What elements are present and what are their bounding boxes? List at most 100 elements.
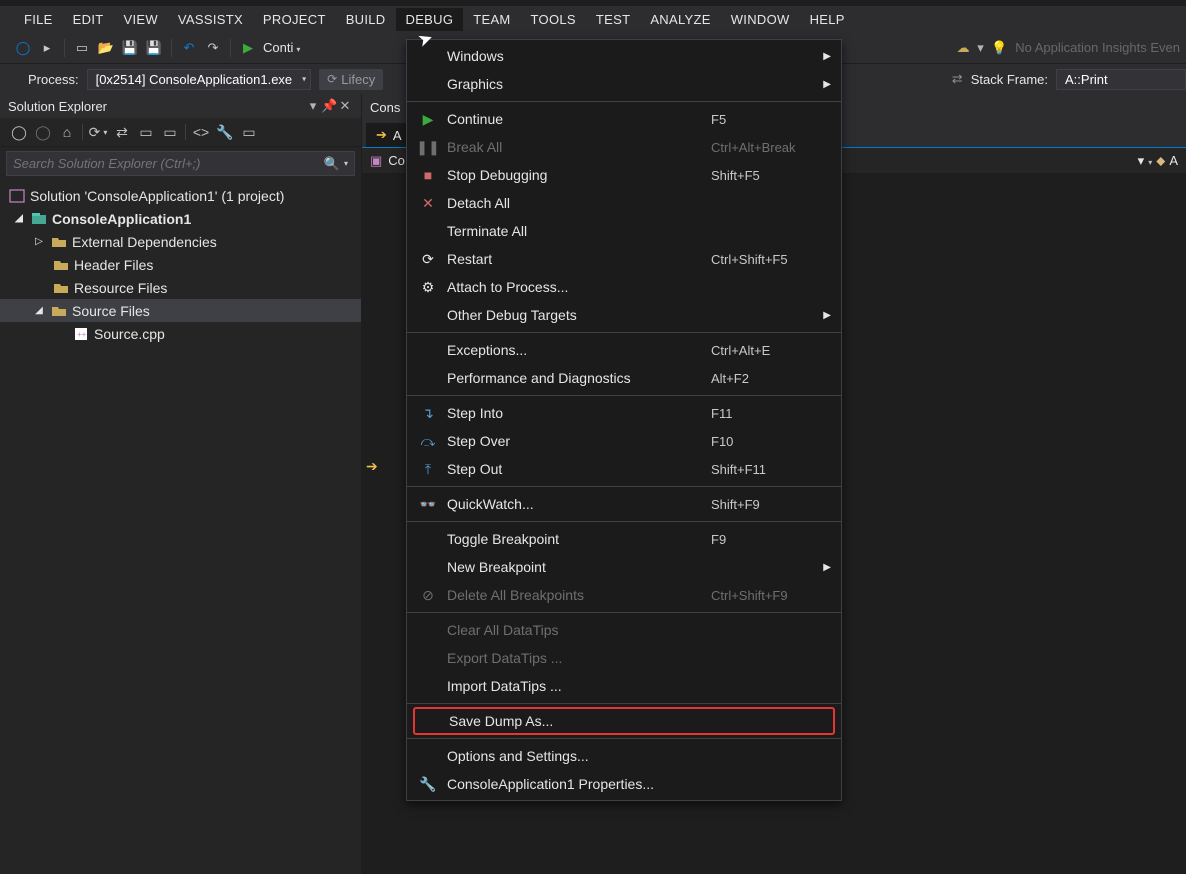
process-select[interactable]: [0x2514] ConsoleApplication1.exe xyxy=(87,69,312,90)
code-icon[interactable]: <> xyxy=(190,122,212,142)
tree-ext-deps[interactable]: ▷ External Dependencies xyxy=(0,230,361,253)
menu-window[interactable]: WINDOW xyxy=(721,8,800,31)
menu-test[interactable]: TEST xyxy=(586,8,640,31)
class-icon: ▣ xyxy=(370,153,382,169)
panel-dropdown-icon[interactable]: ▾ xyxy=(305,98,321,114)
home-icon[interactable]: ⌂ xyxy=(56,122,78,142)
menu-edit[interactable]: EDIT xyxy=(63,8,114,31)
menu-stop[interactable]: ■ Stop Debugging Shift+F5 xyxy=(407,161,841,189)
caret-down-icon[interactable]: ◢ xyxy=(12,213,26,224)
delete-bp-icon: ⊘ xyxy=(422,587,434,604)
submenu-arrow-icon: ▶ xyxy=(823,79,831,90)
tree-source-files[interactable]: ◢ Source Files xyxy=(0,299,361,322)
menu-quickwatch[interactable]: 👓 QuickWatch... Shift+F9 xyxy=(407,490,841,518)
stop-icon: ■ xyxy=(424,167,432,183)
menu-continue[interactable]: ▶ Continue F5 xyxy=(407,105,841,133)
menu-view[interactable]: VIEW xyxy=(113,8,167,31)
fwd-icon[interactable]: ◯ xyxy=(32,122,54,142)
continue-icon[interactable]: ▶ xyxy=(239,39,257,57)
menu-exceptions[interactable]: Exceptions... Ctrl+Alt+E xyxy=(407,336,841,364)
menu-tools[interactable]: TOOLS xyxy=(521,8,586,31)
tree-resource-files[interactable]: Resource Files xyxy=(0,276,361,299)
new-project-icon[interactable]: ▭ xyxy=(73,39,91,57)
menu-toggle-bp[interactable]: Toggle Breakpoint F9 xyxy=(407,525,841,553)
cpp-file-icon: ++ xyxy=(72,326,90,342)
random-icon[interactable]: ⇄ xyxy=(952,71,963,87)
collapse-icon[interactable]: ▭ xyxy=(135,122,157,142)
search-icon[interactable]: 🔍 xyxy=(324,156,340,172)
menu-terminate[interactable]: Terminate All xyxy=(407,217,841,245)
tab-a[interactable]: ➔ A xyxy=(366,123,412,147)
more-icon[interactable]: ▭ xyxy=(238,122,260,142)
lifecycle-button[interactable]: ⟳ Lifecy xyxy=(319,69,383,90)
submenu-arrow-icon: ▶ xyxy=(823,562,831,573)
panel-title: Solution Explorer xyxy=(8,99,107,114)
step-out-icon: ⤒ xyxy=(425,461,431,478)
tree-solution[interactable]: Solution 'ConsoleApplication1' (1 projec… xyxy=(0,184,361,207)
open-icon[interactable]: 📂 xyxy=(97,39,115,57)
panel-close-icon[interactable]: ✕ xyxy=(337,98,353,114)
save-icon[interactable]: 💾 xyxy=(121,39,139,57)
submenu-arrow-icon: ▶ xyxy=(823,51,831,62)
refresh-icon[interactable]: ⇄ xyxy=(111,122,133,142)
stack-frame-select[interactable]: A::Print xyxy=(1056,69,1186,90)
menu-other-targets[interactable]: Other Debug Targets ▶ xyxy=(407,301,841,329)
menu-build[interactable]: BUILD xyxy=(336,8,396,31)
cloud-icon[interactable]: ☁ xyxy=(957,40,970,55)
menu-file[interactable]: FILE xyxy=(14,8,63,31)
menu-perf-diag[interactable]: Performance and Diagnostics Alt+F2 xyxy=(407,364,841,392)
menu-project-props[interactable]: 🔧 ConsoleApplication1 Properties... xyxy=(407,770,841,798)
menu-restart[interactable]: ⟳ Restart Ctrl+Shift+F5 xyxy=(407,245,841,273)
bulb-icon: 💡 xyxy=(991,40,1007,55)
nav-fwd-icon[interactable]: ▸ xyxy=(38,39,56,57)
save-all-icon[interactable]: 💾 xyxy=(145,39,163,57)
nav-back-icon[interactable]: ◯ xyxy=(14,39,32,57)
panel-pin-icon[interactable]: 📌 xyxy=(321,98,337,114)
menu-save-dump[interactable]: Save Dump As... xyxy=(415,709,833,733)
menu-options[interactable]: Options and Settings... xyxy=(407,742,841,770)
menu-attach[interactable]: ⚙ Attach to Process... xyxy=(407,273,841,301)
undo-icon[interactable]: ↶ xyxy=(180,39,198,57)
menu-help[interactable]: HELP xyxy=(800,8,855,31)
breadcrumb[interactable]: Cons xyxy=(370,100,400,115)
tree-header-files[interactable]: Header Files xyxy=(0,253,361,276)
menubar: FILEEDITVIEWVASSISTXPROJECTBUILDDEBUGTEA… xyxy=(0,6,1186,32)
menu-analyze[interactable]: ANALYZE xyxy=(640,8,720,31)
back-icon[interactable]: ◯ xyxy=(8,122,30,142)
search-dropdown-icon[interactable]: ▾ xyxy=(344,159,348,168)
gear-icon: ⟳ xyxy=(327,72,337,86)
menu-import-tips[interactable]: Import DataTips ... xyxy=(407,672,841,700)
properties-icon[interactable]: 🔧 xyxy=(214,122,236,142)
panel-title-bar: Solution Explorer ▾ 📌 ✕ xyxy=(0,94,361,118)
search-input[interactable] xyxy=(13,152,324,175)
menu-step-over[interactable]: ⤼ Step Over F10 xyxy=(407,427,841,455)
menu-project[interactable]: PROJECT xyxy=(253,8,336,31)
solution-icon xyxy=(8,188,26,204)
menu-windows[interactable]: Windows ▶ xyxy=(407,42,841,70)
sync-icon[interactable]: ⟳ xyxy=(87,122,109,142)
menu-vassistx[interactable]: VASSISTX xyxy=(168,8,253,31)
menu-team[interactable]: TEAM xyxy=(463,8,520,31)
redo-icon[interactable]: ↷ xyxy=(204,39,222,57)
wrench-icon: 🔧 xyxy=(419,776,436,793)
menu-step-into[interactable]: ↴ Step Into F11 xyxy=(407,399,841,427)
tree-project[interactable]: ◢ ConsoleApplication1 xyxy=(0,207,361,230)
menu-step-out[interactable]: ⤒ Step Out Shift+F11 xyxy=(407,455,841,483)
continue-label[interactable]: Conti xyxy=(263,40,300,55)
pause-icon: ❚❚ xyxy=(416,139,439,156)
show-all-icon[interactable]: ▭ xyxy=(159,122,181,142)
nav-member[interactable]: A xyxy=(1169,153,1178,168)
menu-new-bp[interactable]: New Breakpoint ▶ xyxy=(407,553,841,581)
caret-down-icon[interactable]: ◢ xyxy=(32,305,46,316)
step-into-icon: ↴ xyxy=(422,405,434,422)
menu-graphics[interactable]: Graphics ▶ xyxy=(407,70,841,98)
folder-icon xyxy=(52,257,70,273)
process-label: Process: xyxy=(28,72,79,87)
caret-right-icon[interactable]: ▷ xyxy=(32,236,46,247)
search-box[interactable]: 🔍 ▾ xyxy=(6,151,355,176)
tree-source-cpp[interactable]: ++ Source.cpp xyxy=(0,322,361,345)
menu-export-tips: Export DataTips ... xyxy=(407,644,841,672)
menu-detach[interactable]: ✕ Detach All xyxy=(407,189,841,217)
menu-debug[interactable]: DEBUG xyxy=(396,8,464,31)
svg-text:++: ++ xyxy=(77,330,87,339)
